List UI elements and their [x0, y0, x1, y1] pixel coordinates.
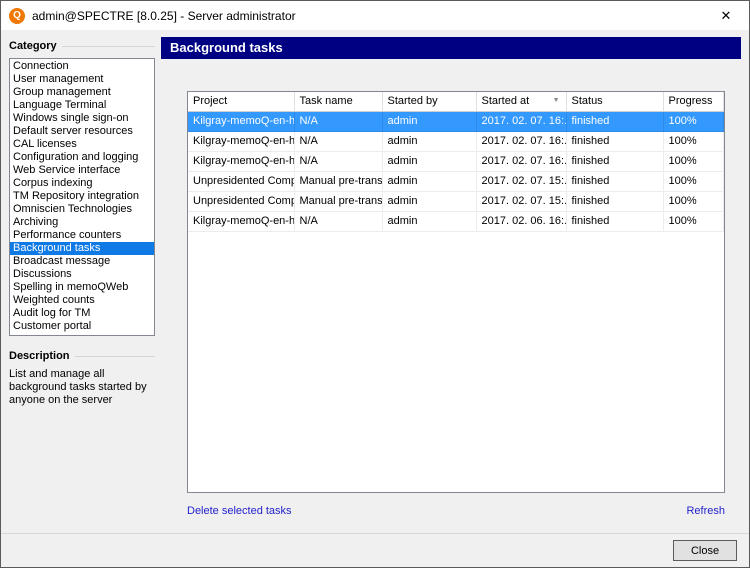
cell-task-name: N/A [294, 151, 382, 171]
dialog-footer: Close [1, 533, 749, 567]
cell-progress: 100% [663, 131, 724, 151]
category-item-discussions[interactable]: Discussions [10, 268, 154, 281]
panel-title: Background tasks [161, 37, 741, 59]
cell-project: Kilgray-memoQ-en-hu [188, 131, 294, 151]
category-item-archiving[interactable]: Archiving [10, 216, 154, 229]
cell-started-at: 2017. 02. 06. 16:... [476, 211, 566, 231]
cell-progress: 100% [663, 211, 724, 231]
category-item-weighted-counts[interactable]: Weighted counts [10, 294, 154, 307]
category-item-connection[interactable]: Connection [10, 60, 154, 73]
cell-started-at: 2017. 02. 07. 15:... [476, 191, 566, 211]
cell-progress: 100% [663, 151, 724, 171]
cell-started-at: 2017. 02. 07. 16:... [476, 131, 566, 151]
cell-project: Unpresidented Company-... [188, 171, 294, 191]
category-item-user-management[interactable]: User management [10, 73, 154, 86]
category-item-language-terminal[interactable]: Language Terminal [10, 99, 154, 112]
cell-project: Kilgray-memoQ-en-hu4 [188, 211, 294, 231]
table-row[interactable]: Kilgray-memoQ-en-hu4N/Aadmin2017. 02. 06… [188, 211, 724, 231]
category-item-default-server-resources[interactable]: Default server resources [10, 125, 154, 138]
cell-started-by: admin [382, 171, 476, 191]
cell-started-by: admin [382, 111, 476, 131]
cell-started-at: 2017. 02. 07. 16:... [476, 111, 566, 131]
server-administrator-window: Q admin@SPECTRE [8.0.25] - Server admini… [0, 0, 750, 568]
category-item-tm-repository-integration[interactable]: TM Repository integration [10, 190, 154, 203]
category-item-group-management[interactable]: Group management [10, 86, 154, 99]
category-item-web-service-interface[interactable]: Web Service interface [10, 164, 154, 177]
category-item-corpus-indexing[interactable]: Corpus indexing [10, 177, 154, 190]
sidebar: Category ConnectionUser managementGroup … [9, 39, 155, 407]
cell-task-name: Manual pre-transl... [294, 191, 382, 211]
cell-task-name: Manual pre-transl... [294, 171, 382, 191]
column-header-project[interactable]: Project [188, 92, 294, 111]
category-item-background-tasks[interactable]: Background tasks [10, 242, 154, 255]
cell-project: Kilgray-memoQ-en-hu2 [188, 151, 294, 171]
cell-progress: 100% [663, 191, 724, 211]
category-item-configuration-and-logging[interactable]: Configuration and logging [10, 151, 154, 164]
cell-status: finished [566, 171, 663, 191]
cell-status: finished [566, 111, 663, 131]
category-rule [62, 46, 155, 47]
main-panel: Background tasks ProjectTask nameStarted… [161, 37, 741, 531]
category-item-windows-single-sign-on[interactable]: Windows single sign-on [10, 112, 154, 125]
cell-task-name: N/A [294, 131, 382, 151]
delete-selected-tasks-link[interactable]: Delete selected tasks [187, 505, 292, 517]
sort-descending-icon: ▼ [553, 97, 560, 104]
category-item-customer-portal[interactable]: Customer portal [10, 320, 154, 333]
column-header-status[interactable]: Status [566, 92, 663, 111]
memoq-app-icon: Q [9, 8, 25, 24]
category-item-performance-counters[interactable]: Performance counters [10, 229, 154, 242]
description-group: Description List and manage all backgrou… [9, 349, 155, 407]
cell-task-name: N/A [294, 211, 382, 231]
category-item-omniscien-technologies[interactable]: Omniscien Technologies [10, 203, 154, 216]
category-label: Category [9, 40, 57, 52]
column-header-task-name[interactable]: Task name [294, 92, 382, 111]
description-label: Description [9, 350, 70, 362]
table-body: Kilgray-memoQ-en-hu3N/Aadmin2017. 02. 07… [188, 111, 724, 231]
category-group-label: Category [9, 39, 155, 53]
column-header-started-at[interactable]: Started at▼ [476, 92, 566, 111]
table-row[interactable]: Unpresidented Company-...Manual pre-tran… [188, 171, 724, 191]
cell-status: finished [566, 151, 663, 171]
category-item-broadcast-message[interactable]: Broadcast message [10, 255, 154, 268]
category-item-audit-log-for-tm[interactable]: Audit log for TM [10, 307, 154, 320]
cell-status: finished [566, 211, 663, 231]
cell-started-by: admin [382, 211, 476, 231]
window-close-button[interactable]: ✕ [703, 1, 749, 30]
table-row[interactable]: Kilgray-memoQ-en-hu3N/Aadmin2017. 02. 07… [188, 111, 724, 131]
cell-started-by: admin [382, 151, 476, 171]
table-header-row: ProjectTask nameStarted byStarted at▼Sta… [188, 92, 724, 111]
description-rule [75, 356, 155, 357]
cell-started-at: 2017. 02. 07. 16:... [476, 151, 566, 171]
category-item-spelling-in-memoqweb[interactable]: Spelling in memoQWeb [10, 281, 154, 294]
window-title: admin@SPECTRE [8.0.25] - Server administ… [32, 9, 296, 23]
description-text: List and manage all background tasks sta… [9, 368, 147, 407]
cell-started-at: 2017. 02. 07. 15:... [476, 171, 566, 191]
column-header-progress[interactable]: Progress [663, 92, 724, 111]
cell-progress: 100% [663, 111, 724, 131]
cell-progress: 100% [663, 171, 724, 191]
titlebar: Q admin@SPECTRE [8.0.25] - Server admini… [1, 1, 749, 30]
table-row[interactable]: Unpresidented Company-...Manual pre-tran… [188, 191, 724, 211]
refresh-link[interactable]: Refresh [686, 505, 725, 517]
category-list[interactable]: ConnectionUser managementGroup managemen… [9, 58, 155, 336]
cell-project: Kilgray-memoQ-en-hu3 [188, 111, 294, 131]
background-tasks-table: ProjectTask nameStarted byStarted at▼Sta… [187, 91, 725, 493]
table-row[interactable]: Kilgray-memoQ-en-hu2N/Aadmin2017. 02. 07… [188, 151, 724, 171]
table-actions: Delete selected tasks Refresh [187, 505, 725, 517]
cell-task-name: N/A [294, 111, 382, 131]
cell-started-by: admin [382, 131, 476, 151]
category-item-cal-licenses[interactable]: CAL licenses [10, 138, 154, 151]
close-button[interactable]: Close [673, 540, 737, 561]
cell-started-by: admin [382, 191, 476, 211]
cell-project: Unpresidented Company-... [188, 191, 294, 211]
column-header-started-by[interactable]: Started by [382, 92, 476, 111]
cell-status: finished [566, 131, 663, 151]
description-group-label: Description [9, 349, 155, 363]
table-row[interactable]: Kilgray-memoQ-en-huN/Aadmin2017. 02. 07.… [188, 131, 724, 151]
cell-status: finished [566, 191, 663, 211]
